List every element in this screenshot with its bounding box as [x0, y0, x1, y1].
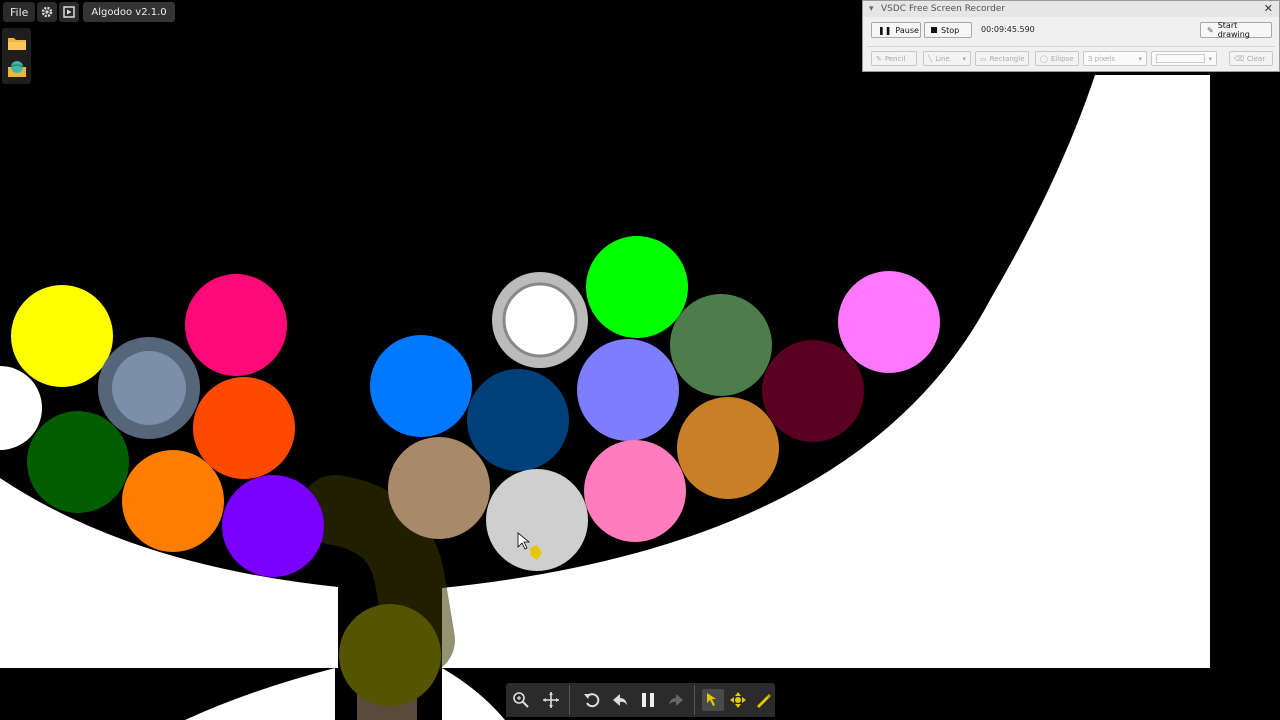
line-width-value: 3 pixels — [1088, 54, 1115, 63]
recording-timer: 00:09:45.590 — [981, 25, 1035, 34]
ball-green[interactable] — [586, 236, 688, 338]
ball-periwinkle[interactable] — [577, 339, 679, 441]
eraser-icon: ⌫ — [1234, 54, 1244, 63]
pencil-tool[interactable]: ✎ Pencil — [871, 51, 917, 66]
simulation-toolbar — [506, 683, 775, 717]
recorder-icon: ▾ — [869, 4, 874, 14]
sketch-tool-icon[interactable] — [752, 689, 774, 711]
pencil-label: Pencil — [884, 54, 906, 63]
ellipse-tool[interactable]: ◯ Ellipse — [1035, 51, 1079, 66]
ball-yellow[interactable] — [11, 285, 113, 387]
clear-label: Clear — [1246, 54, 1266, 63]
rectangle-label: Rectangle — [989, 54, 1025, 63]
ball-sage[interactable] — [670, 294, 772, 396]
back-icon[interactable] — [609, 689, 631, 711]
app-menu-bar: File Algodoo v2.1.0 — [3, 2, 175, 22]
folder-icon[interactable] — [7, 34, 27, 54]
drag-tool-icon[interactable] — [702, 689, 724, 711]
toolbar-separator — [694, 685, 695, 715]
ball-maroon[interactable] — [762, 340, 864, 442]
ball-dark-blue[interactable] — [467, 369, 569, 471]
ball-dark-green[interactable] — [27, 411, 129, 513]
color-picker[interactable]: ▾ — [1151, 51, 1217, 66]
color-swatch — [1156, 54, 1206, 63]
chevron-down-icon: ▾ — [962, 54, 966, 63]
ball-red-orange[interactable] — [193, 377, 295, 479]
stop-button[interactable]: Stop — [924, 22, 972, 38]
app-title: Algodoo v2.1.0 — [83, 2, 175, 22]
chevron-down-icon: ▾ — [1208, 54, 1212, 63]
ball-purple[interactable] — [222, 475, 324, 577]
undo-icon[interactable] — [581, 689, 603, 711]
move-icon[interactable] — [540, 689, 562, 711]
ball-tan[interactable] — [388, 437, 490, 539]
zoom-icon[interactable] — [510, 689, 532, 711]
pause-icon[interactable] — [637, 689, 659, 711]
simulation-canvas[interactable] — [0, 0, 1280, 720]
line-label: Line — [935, 54, 950, 63]
recorder-title: VSDC Free Screen Recorder — [881, 4, 1006, 14]
pencil-icon: ✎ — [876, 54, 882, 63]
toolbar-separator — [569, 685, 570, 715]
ball-white-wheel-ring — [502, 282, 578, 358]
rectangle-icon: ▭ — [980, 54, 987, 63]
ball-violet-pink[interactable] — [838, 271, 940, 373]
ball-orange[interactable] — [122, 450, 224, 552]
ellipse-label: Ellipse — [1050, 54, 1074, 63]
left-toolbar — [2, 28, 31, 84]
recorder-titlebar[interactable]: ▾ VSDC Free Screen Recorder ✕ — [863, 1, 1279, 17]
pause-button[interactable]: ❚❚ Pause — [871, 22, 921, 38]
ball-olive[interactable] — [339, 604, 441, 706]
start-drawing-label: Start drawing — [1217, 21, 1250, 39]
stop-label: Stop — [941, 25, 960, 35]
ball-caramel[interactable] — [677, 397, 779, 499]
scene-browser-icon[interactable] — [7, 59, 27, 79]
close-icon[interactable]: ✕ — [1264, 1, 1273, 17]
ball-grey-blue-inner — [112, 351, 186, 425]
chevron-down-icon: ▾ — [1138, 54, 1142, 63]
rectangle-tool[interactable]: ▭ Rectangle — [975, 51, 1029, 66]
pause-label: Pause — [895, 25, 919, 35]
ball-pink-red[interactable] — [185, 274, 287, 376]
ball-blue[interactable] — [370, 335, 472, 437]
recorder-divider — [867, 46, 1275, 47]
stop-icon — [931, 27, 937, 33]
line-icon: ╲ — [928, 54, 933, 63]
ellipse-icon: ◯ — [1040, 54, 1048, 63]
scene-icon[interactable] — [59, 2, 80, 22]
file-menu[interactable]: File — [3, 2, 36, 22]
pause-icon: ❚❚ — [878, 25, 892, 35]
ball-pink[interactable] — [584, 440, 686, 542]
redo-icon[interactable] — [665, 689, 687, 711]
clear-tool[interactable]: ⌫ Clear — [1229, 51, 1273, 66]
start-drawing-button[interactable]: ✎ Start drawing — [1200, 21, 1272, 39]
line-width-select[interactable]: 3 pixels ▾ — [1083, 51, 1147, 66]
screen-recorder-panel: ▾ VSDC Free Screen Recorder ✕ ❚❚ Pause S… — [862, 0, 1280, 72]
gear-icon[interactable] — [37, 2, 58, 22]
move-tool-icon[interactable] — [727, 689, 749, 711]
line-tool[interactable]: ╲ Line ▾ — [923, 51, 971, 66]
brush-icon: ✎ — [1207, 25, 1214, 35]
